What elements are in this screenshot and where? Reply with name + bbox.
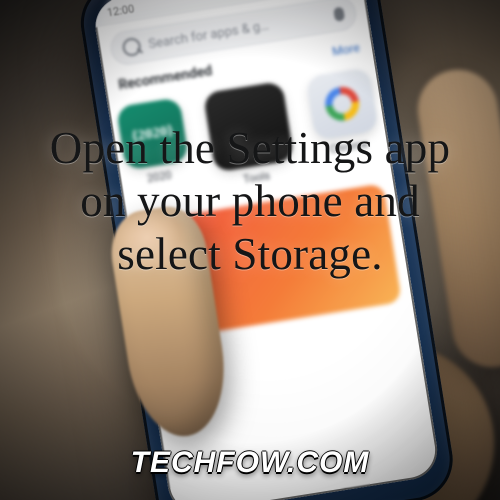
instruction-text: Open the Settings app on your phone and … xyxy=(0,122,500,281)
mic-icon xyxy=(333,6,345,21)
section-more[interactable]: More xyxy=(331,41,360,57)
status-time: 12:00 xyxy=(106,3,135,18)
watermark-text: TECHFOW.COM xyxy=(0,446,500,480)
chrome-icon xyxy=(323,84,362,123)
search-icon xyxy=(121,37,142,58)
search-placeholder: Search for apps & g… xyxy=(147,19,269,51)
image-root: 12:00 Search for apps & g… Recommended M… xyxy=(0,0,500,500)
